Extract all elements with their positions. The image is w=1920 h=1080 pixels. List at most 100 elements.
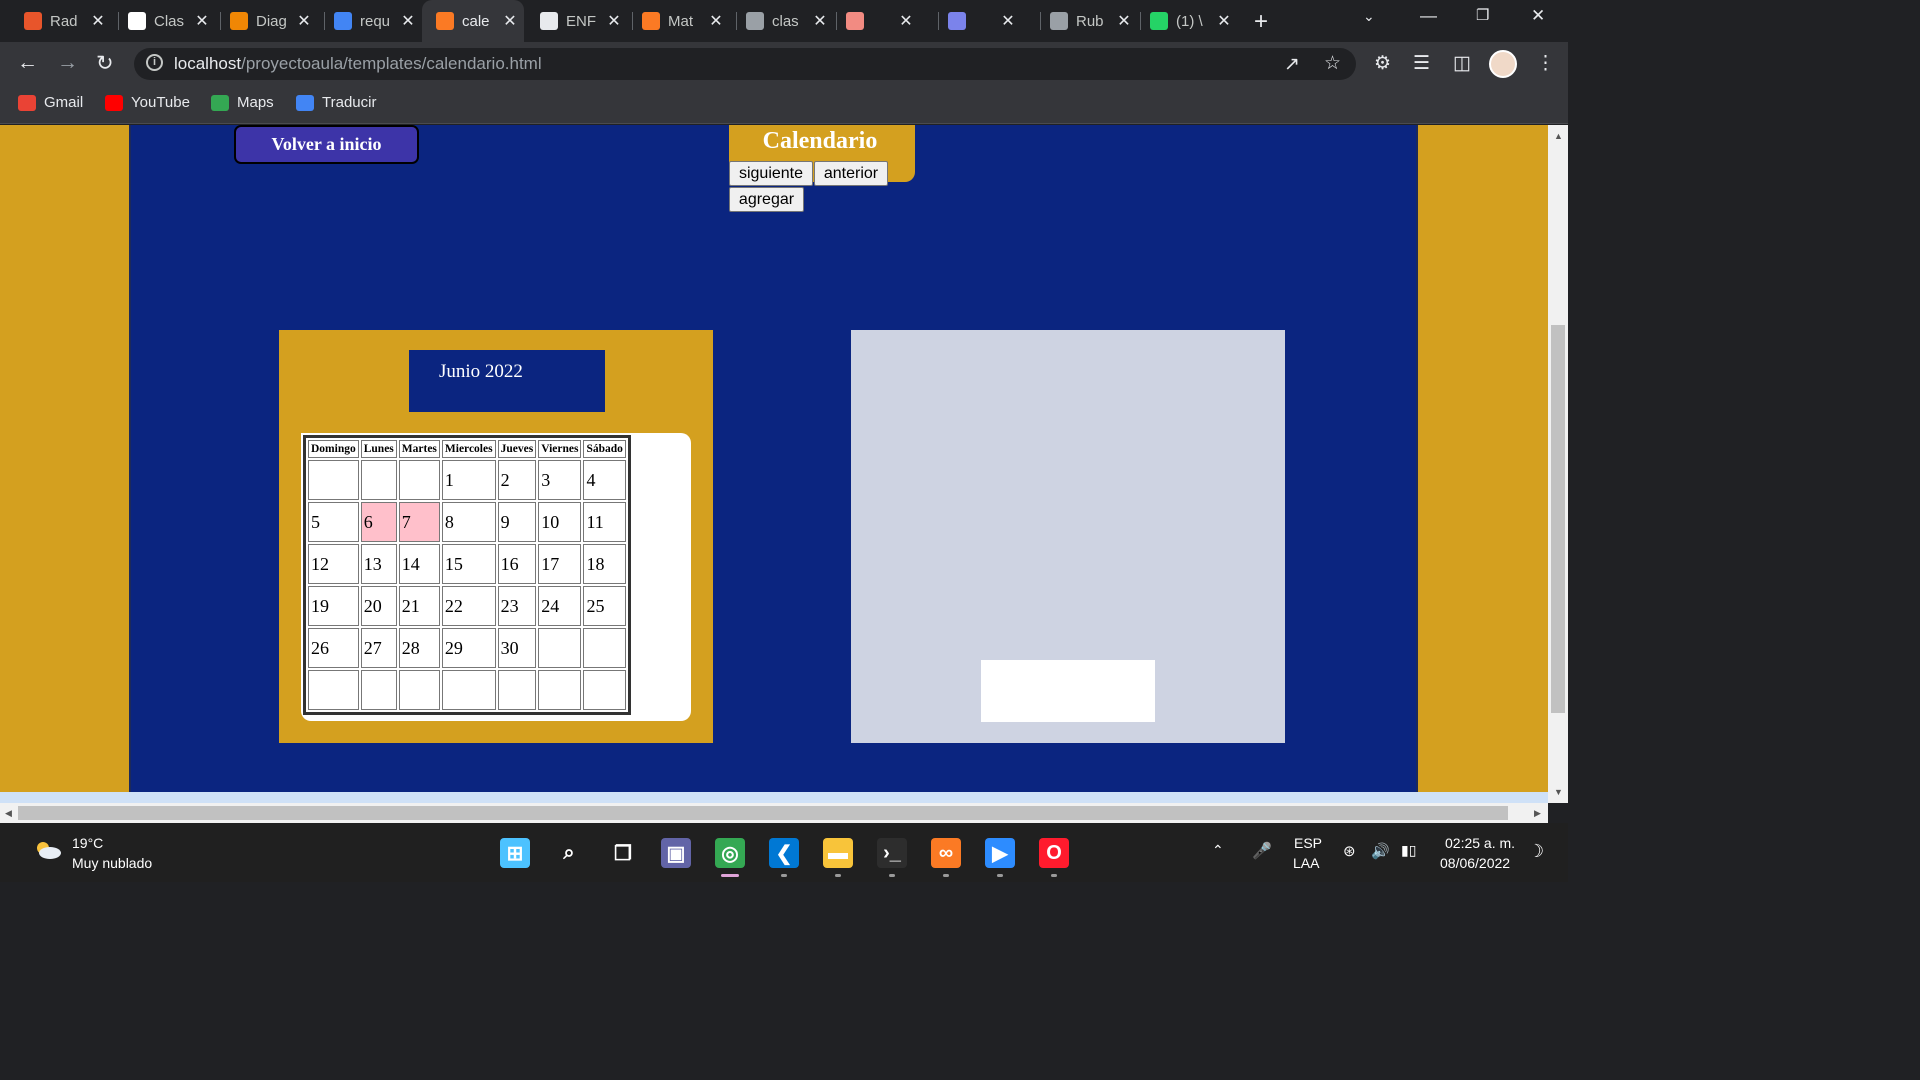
vscode-icon[interactable]: ❮ — [769, 838, 799, 868]
calendar-day-cell[interactable]: 22 — [441, 586, 496, 626]
tab-2[interactable]: Diag ✕ — [230, 6, 312, 36]
calendar-day-cell[interactable]: 16 — [497, 544, 537, 584]
calendar-day-cell[interactable]: 21 — [398, 586, 440, 626]
calendar-day-cell[interactable] — [360, 670, 397, 710]
tab-close-icon[interactable]: ✕ — [606, 11, 622, 31]
language-top[interactable]: ESP — [1294, 835, 1322, 851]
calendar-day-cell[interactable]: 15 — [441, 544, 496, 584]
show-hidden-icons-icon[interactable]: ⌃ — [1212, 842, 1224, 859]
tab-6[interactable]: Mat ✕ — [642, 6, 724, 36]
clock-date[interactable]: 08/06/2022 — [1440, 855, 1510, 871]
vertical-scroll-thumb[interactable] — [1551, 325, 1565, 713]
wifi-icon[interactable]: ⊛ — [1343, 842, 1356, 860]
scroll-left-arrow-icon[interactable]: ◀ — [5, 808, 12, 819]
tab-close-icon[interactable]: ✕ — [812, 11, 828, 31]
calendar-day-cell[interactable]: 2 — [497, 460, 537, 500]
calendar-day-cell[interactable]: 13 — [360, 544, 397, 584]
calendar-day-cell[interactable]: 4 — [583, 460, 626, 500]
battery-icon[interactable]: ▮▯ — [1401, 842, 1416, 859]
tab-close-icon[interactable]: ✕ — [400, 11, 416, 31]
calendar-day-cell[interactable]: 12 — [308, 544, 359, 584]
calendar-day-cell[interactable]: 14 — [398, 544, 440, 584]
media-queue-icon[interactable]: ☰ — [1413, 52, 1430, 75]
restore-button[interactable]: ❐ — [1476, 6, 1489, 24]
bookmark-youtube[interactable]: YouTube — [105, 94, 190, 111]
calendar-day-cell[interactable]: 11 — [583, 502, 626, 542]
side-panel-icon[interactable]: ◫ — [1453, 52, 1471, 75]
calendar-day-cell[interactable]: 9 — [497, 502, 537, 542]
previous-button[interactable]: anterior — [814, 161, 888, 186]
calendar-day-cell[interactable]: 1 — [441, 460, 496, 500]
search-icon[interactable]: ⌕ — [554, 838, 584, 868]
tab-0[interactable]: Rad ✕ — [24, 6, 106, 36]
site-info-icon[interactable]: i — [146, 54, 163, 71]
tab-7[interactable]: clas ✕ — [746, 6, 828, 36]
tab-8[interactable]: ✕ — [846, 6, 914, 36]
tab-close-icon[interactable]: ✕ — [1216, 11, 1232, 31]
calendar-day-cell[interactable] — [538, 670, 582, 710]
tab-4[interactable]: cale ✕ — [422, 0, 524, 42]
calendar-day-cell[interactable] — [308, 460, 359, 500]
calendar-day-cell[interactable] — [308, 670, 359, 710]
language-bottom[interactable]: LAA — [1293, 855, 1319, 871]
opera-icon[interactable]: O — [1039, 838, 1069, 868]
tab-close-icon[interactable]: ✕ — [898, 11, 914, 31]
address-bar[interactable]: i localhost/proyectoaula/templates/calen… — [134, 48, 1356, 80]
windows-start-icon[interactable]: ⊞ — [500, 838, 530, 868]
horizontal-scrollbar[interactable]: ◀ ▶ — [0, 803, 1548, 823]
chrome-icon[interactable]: ◎ — [715, 838, 745, 868]
tab-close-icon[interactable]: ✕ — [708, 11, 724, 31]
calendar-day-cell[interactable]: 30 — [497, 628, 537, 668]
profile-avatar[interactable] — [1489, 50, 1517, 78]
share-icon[interactable]: ↗ — [1284, 53, 1300, 76]
minimize-button[interactable]: — — [1420, 6, 1437, 26]
calendar-day-cell[interactable]: 25 — [583, 586, 626, 626]
tab-10[interactable]: Rub ✕ — [1050, 6, 1132, 36]
tab-9[interactable]: ✕ — [948, 6, 1016, 36]
bookmark-gmail[interactable]: Gmail — [18, 94, 83, 111]
file-explorer-icon[interactable]: ▬ — [823, 838, 853, 868]
bookmark-traducir[interactable]: Traducir — [296, 94, 376, 111]
chat-icon[interactable]: ▣ — [661, 838, 691, 868]
forward-button[interactable]: → — [57, 51, 78, 75]
scroll-right-arrow-icon[interactable]: ▶ — [1534, 808, 1541, 819]
back-button[interactable]: ← — [17, 51, 38, 75]
calendar-day-cell[interactable]: 27 — [360, 628, 397, 668]
horizontal-scroll-thumb[interactable] — [18, 806, 1508, 820]
calendar-day-cell[interactable] — [538, 628, 582, 668]
calendar-day-cell[interactable] — [583, 670, 626, 710]
tab-close-icon[interactable]: ✕ — [1116, 11, 1132, 31]
calendar-day-cell[interactable] — [583, 628, 626, 668]
calendar-day-cell[interactable]: 19 — [308, 586, 359, 626]
close-window-button[interactable]: ✕ — [1531, 6, 1545, 26]
tab-close-icon[interactable]: ✕ — [502, 11, 518, 31]
tab-1[interactable]: Clas ✕ — [128, 6, 210, 36]
vertical-scrollbar[interactable]: ▲ ▼ — [1548, 125, 1568, 803]
xampp-icon[interactable]: ∞ — [931, 838, 961, 868]
tab-close-icon[interactable]: ✕ — [194, 11, 210, 31]
task-view-icon[interactable]: ❐ — [608, 838, 638, 868]
calendar-day-cell[interactable]: 26 — [308, 628, 359, 668]
url-text[interactable]: localhost/proyectoaula/templates/calenda… — [174, 54, 542, 74]
clock-time[interactable]: 02:25 a. m. — [1445, 835, 1515, 851]
terminal-icon[interactable]: ›_ — [877, 838, 907, 868]
tab-11[interactable]: (1) \ ✕ — [1150, 6, 1232, 36]
calendar-day-cell[interactable] — [497, 670, 537, 710]
tab-5[interactable]: ENF ✕ — [540, 6, 622, 36]
zoom-icon[interactable]: ▶ — [985, 838, 1015, 868]
calendar-day-cell[interactable]: 5 — [308, 502, 359, 542]
calendar-day-cell[interactable]: 17 — [538, 544, 582, 584]
extensions-icon[interactable]: ⚙ — [1374, 52, 1391, 75]
calendar-day-cell[interactable] — [441, 670, 496, 710]
bookmark-star-icon[interactable]: ☆ — [1324, 52, 1341, 75]
next-button[interactable]: siguiente — [729, 161, 813, 186]
calendar-day-cell[interactable]: 7 — [398, 502, 440, 542]
microphone-icon[interactable]: 🎤 — [1252, 841, 1272, 861]
scroll-down-arrow-icon[interactable]: ▼ — [1554, 787, 1563, 797]
calendar-day-cell[interactable]: 20 — [360, 586, 397, 626]
tab-search-icon[interactable]: ⌄ — [1363, 8, 1375, 25]
calendar-day-cell[interactable]: 6 — [360, 502, 397, 542]
calendar-day-cell[interactable] — [398, 460, 440, 500]
calendar-day-cell[interactable]: 29 — [441, 628, 496, 668]
calendar-day-cell[interactable]: 3 — [538, 460, 582, 500]
